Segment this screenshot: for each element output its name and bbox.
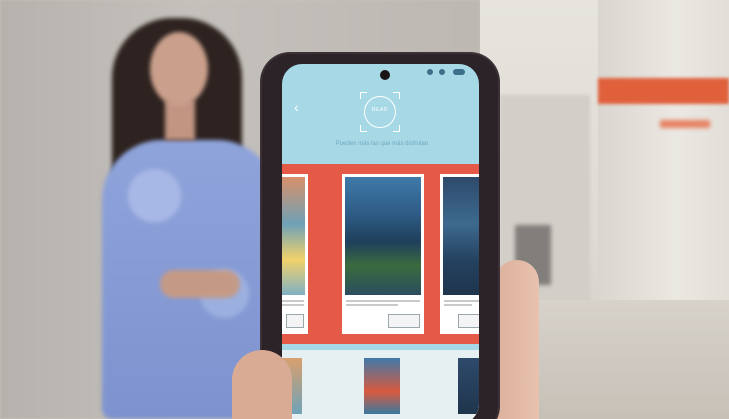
book-cover xyxy=(282,177,305,295)
hand-thumb xyxy=(232,350,292,419)
book-cover xyxy=(345,177,421,295)
book-shelf[interactable] xyxy=(282,350,479,419)
book-caption xyxy=(282,300,304,314)
photo-scene: ‹ READ Pueden más las que más disfrutan xyxy=(0,0,729,419)
book-carousel[interactable] xyxy=(282,164,479,344)
book-thumbnail[interactable] xyxy=(458,358,479,414)
logo-corner xyxy=(393,92,400,99)
status-icons xyxy=(427,68,467,76)
book-button[interactable] xyxy=(388,314,420,328)
woman-neck xyxy=(165,100,195,140)
book-card[interactable] xyxy=(440,174,479,334)
red-sign-small xyxy=(660,120,710,128)
back-arrow-icon[interactable]: ‹ xyxy=(294,100,299,114)
camera-icon xyxy=(380,70,390,80)
book-cover xyxy=(443,177,479,295)
logo-icon: READ xyxy=(360,92,400,132)
book-button[interactable] xyxy=(286,314,304,328)
page-subtitle: Pueden más las que más disfrutan xyxy=(335,141,429,147)
logo-corner xyxy=(360,125,367,132)
woman-face xyxy=(150,32,208,106)
signal-icon xyxy=(427,69,433,75)
phone-screen: ‹ READ Pueden más las que más disfrutan xyxy=(282,64,479,419)
book-caption xyxy=(444,300,479,314)
wifi-icon xyxy=(439,69,445,75)
book-button[interactable] xyxy=(458,314,479,328)
logo-corner xyxy=(360,92,367,99)
woman-arm xyxy=(160,270,240,298)
battery-icon xyxy=(453,69,465,75)
hand-finger xyxy=(495,260,539,419)
logo-text: READ xyxy=(372,107,388,113)
book-card[interactable] xyxy=(282,174,308,334)
smartphone: ‹ READ Pueden más las que más disfrutan xyxy=(262,54,498,419)
red-sign xyxy=(598,78,729,104)
logo-corner xyxy=(393,125,400,132)
book-thumbnail[interactable] xyxy=(364,358,400,414)
book-card-featured[interactable] xyxy=(342,174,424,334)
book-caption xyxy=(346,300,420,314)
